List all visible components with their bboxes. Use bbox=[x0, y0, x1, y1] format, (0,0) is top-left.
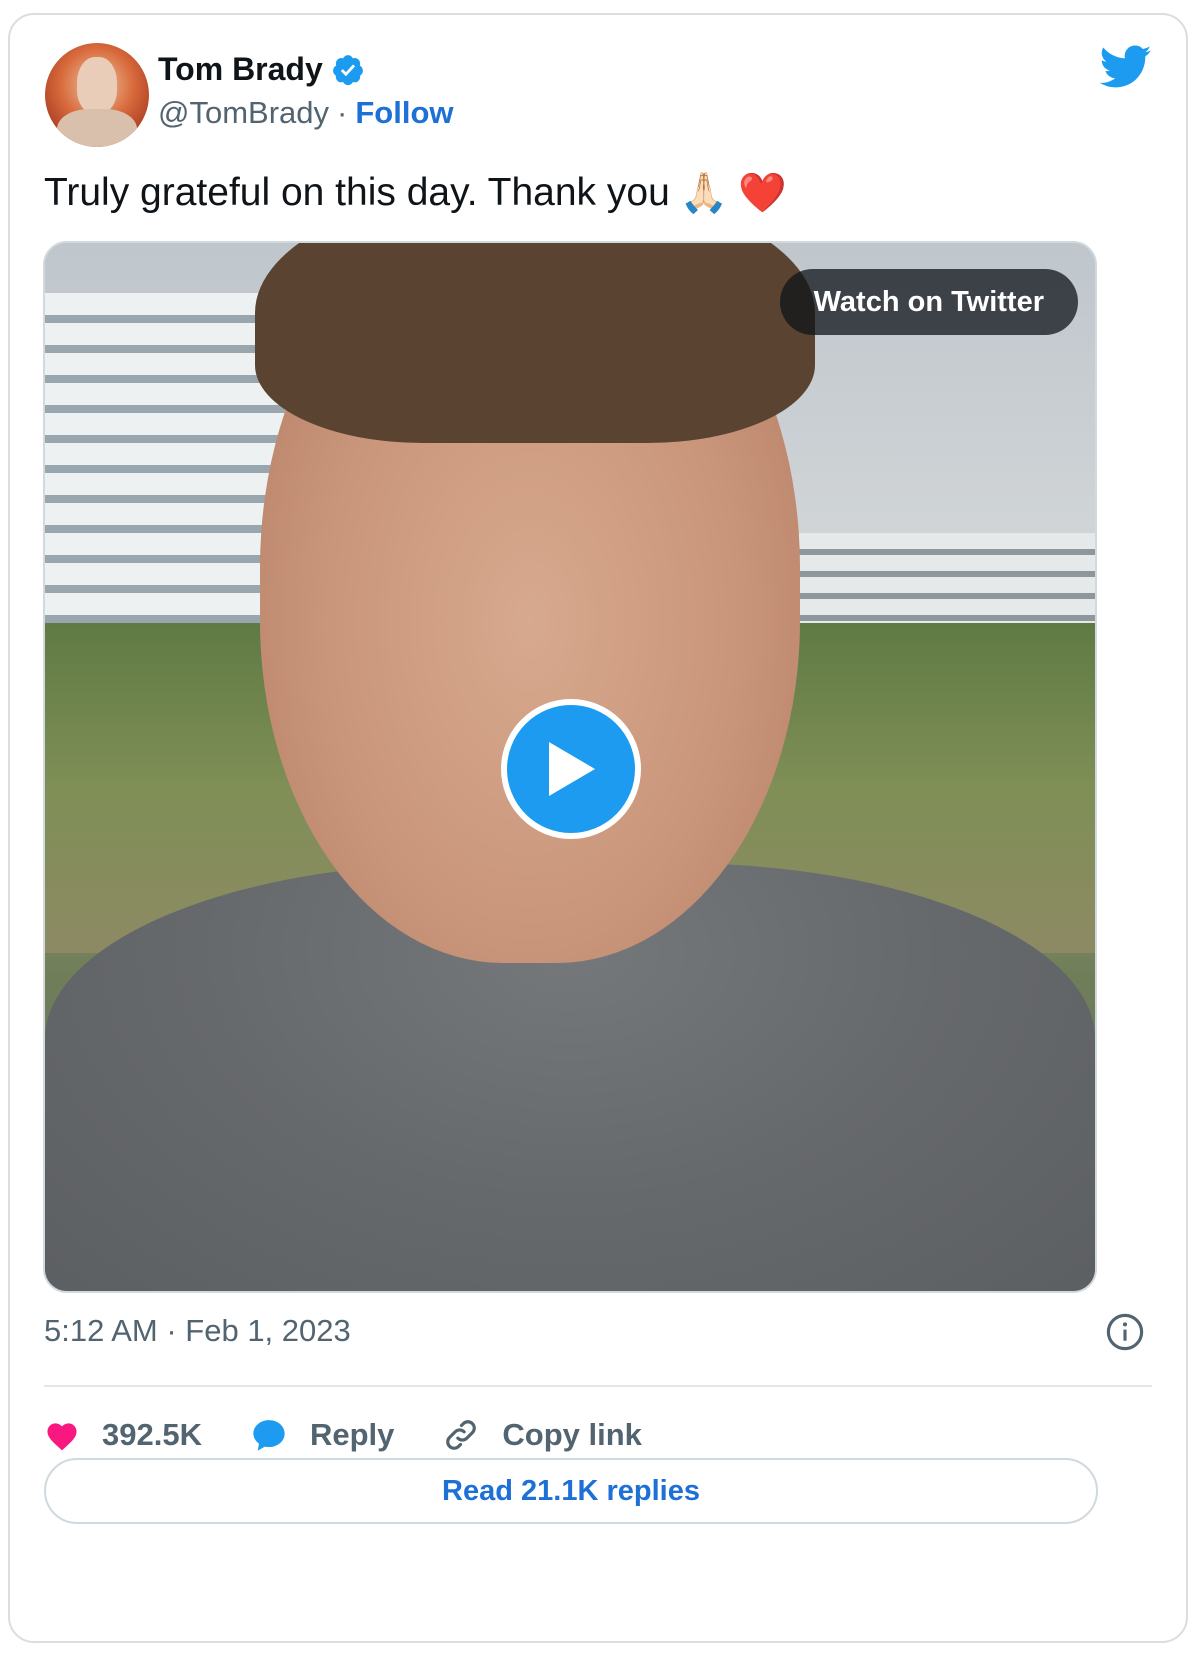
author-name[interactable]: Tom Brady bbox=[158, 51, 323, 88]
play-icon bbox=[549, 742, 595, 796]
verified-badge-icon bbox=[332, 54, 363, 85]
handle-row: @TomBrady · Follow bbox=[158, 95, 454, 131]
heart-emoji: ❤️ bbox=[738, 172, 787, 215]
watch-on-twitter-button[interactable]: Watch on Twitter bbox=[779, 269, 1078, 335]
avatar-face bbox=[77, 57, 117, 113]
follow-button[interactable]: Follow bbox=[355, 95, 453, 131]
like-button[interactable]: 392.5K bbox=[44, 1417, 202, 1453]
divider bbox=[44, 1385, 1152, 1387]
reply-bubble-icon bbox=[253, 1420, 285, 1451]
tweet-timestamp[interactable]: 5:12 AM · Feb 1, 2023 bbox=[44, 1313, 351, 1349]
video-thumbnail[interactable]: Watch on Twitter bbox=[43, 241, 1097, 1293]
author-name-row[interactable]: Tom Brady bbox=[158, 51, 365, 88]
play-button[interactable] bbox=[501, 699, 641, 839]
read-replies-button[interactable]: Read 21.1K replies bbox=[44, 1458, 1098, 1524]
video-bg-building-left bbox=[45, 293, 285, 623]
reply-label: Reply bbox=[309, 1417, 395, 1452]
separator: · bbox=[337, 95, 348, 130]
like-count: 392.5K bbox=[102, 1417, 202, 1452]
video-subject-hair bbox=[255, 243, 815, 443]
copy-link-button[interactable]: Copy link bbox=[442, 1416, 642, 1454]
tweet-text: Truly grateful on this day. Thank you 🙏🏻… bbox=[44, 170, 787, 216]
avatar[interactable] bbox=[45, 43, 149, 147]
info-icon[interactable] bbox=[1106, 1313, 1144, 1351]
action-bar: 392.5K Reply Copy link bbox=[44, 1405, 690, 1465]
praying-hands-emoji: 🙏🏻 bbox=[679, 172, 729, 215]
author-handle[interactable]: @TomBrady bbox=[158, 95, 329, 131]
tweet-card: Tom Brady @TomBrady · Follow Truly grate… bbox=[8, 13, 1188, 1643]
avatar-body bbox=[57, 109, 137, 147]
tweet-body: Truly grateful on this day. Thank you bbox=[44, 171, 670, 214]
heart-icon bbox=[47, 1423, 77, 1451]
twitter-bird-icon[interactable] bbox=[1100, 45, 1152, 89]
copy-link-label: Copy link bbox=[502, 1417, 642, 1452]
reply-button[interactable]: Reply bbox=[250, 1417, 394, 1453]
link-icon bbox=[446, 1420, 477, 1450]
